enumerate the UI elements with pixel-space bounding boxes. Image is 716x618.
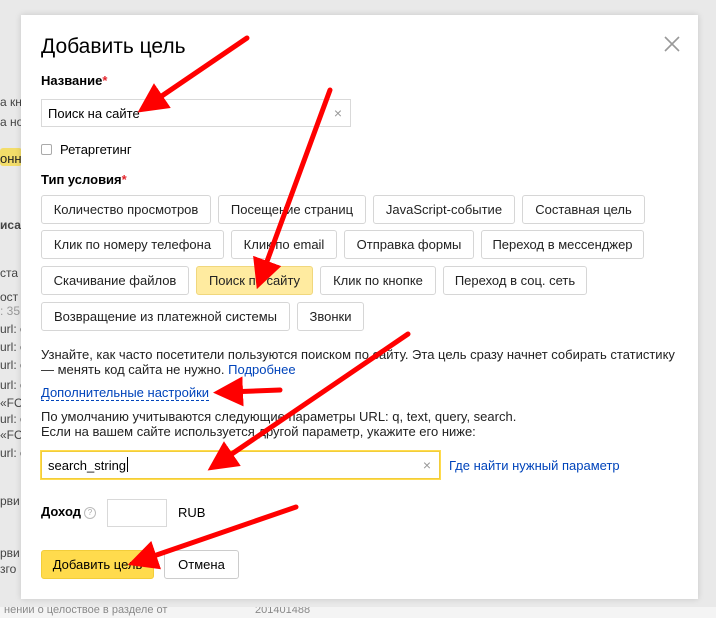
- retargeting-label: Ретаргетинг: [60, 142, 132, 157]
- chip-payment-return[interactable]: Возвращение из платежной системы: [41, 302, 290, 331]
- chip-composite-goal[interactable]: Составная цель: [522, 195, 645, 224]
- required-mark: *: [102, 73, 108, 88]
- clear-icon[interactable]: ×: [423, 452, 431, 479]
- description-text: Узнайте, как часто посетители пользуются…: [41, 347, 675, 377]
- goal-name-input[interactable]: Поиск на сайте ×: [41, 99, 351, 127]
- close-icon[interactable]: [663, 35, 681, 53]
- chip-page-views[interactable]: Количество просмотров: [41, 195, 211, 224]
- goal-name-value: Поиск на сайте: [48, 106, 140, 121]
- chip-javascript-event[interactable]: JavaScript-событие: [373, 195, 515, 224]
- bg-fragment: а кн: [0, 95, 22, 109]
- required-mark: *: [121, 172, 127, 187]
- params-info-line2: Если на вашем сайте используется другой …: [41, 424, 476, 439]
- bg-fragment: : 35: [0, 304, 21, 318]
- params-info-line1: По умолчанию учитываются следующие парам…: [41, 409, 517, 424]
- chip-messenger[interactable]: Переход в мессенджер: [481, 230, 644, 259]
- bg-bottom-row: нении о целоствое в разделе от 201401488: [0, 607, 716, 618]
- chip-social-network[interactable]: Переход в соц. сеть: [443, 266, 587, 295]
- chip-phone-click[interactable]: Клик по номеру телефона: [41, 230, 224, 259]
- chip-button-click[interactable]: Клик по кнопке: [320, 266, 436, 295]
- bg-bottom-number: 201401488: [255, 607, 311, 616]
- help-icon[interactable]: ?: [83, 507, 96, 519]
- bg-fragment: ост: [0, 290, 19, 304]
- bg-fragment: зго: [0, 562, 17, 576]
- chip-site-search[interactable]: Поиск по сайту: [196, 266, 313, 295]
- more-info-link[interactable]: Подробнее: [228, 362, 295, 377]
- bg-fragment: «FO: [0, 396, 24, 410]
- condition-label-text: Тип условия: [41, 172, 122, 187]
- where-to-find-param-link[interactable]: Где найти нужный параметр: [449, 458, 620, 473]
- name-label: Название*: [41, 73, 107, 88]
- currency-label: RUB: [178, 505, 206, 520]
- name-label-text: Название: [41, 73, 103, 88]
- condition-type-label: Тип условия*: [41, 172, 127, 187]
- bg-fragment: а но: [0, 115, 24, 129]
- bg-bottom-text: нении о целоствое в разделе от: [4, 607, 168, 616]
- income-input[interactable]: [107, 499, 167, 527]
- goal-description: Узнайте, как часто посетители пользуются…: [41, 347, 681, 377]
- add-goal-dialog: Добавить цель Название* Поиск на сайте ×…: [21, 15, 698, 599]
- bg-fragment: ста: [0, 266, 19, 280]
- bg-fragment: «FO: [0, 428, 24, 442]
- chip-file-download[interactable]: Скачивание файлов: [41, 266, 189, 295]
- chip-email-click[interactable]: Клик по email: [231, 230, 337, 259]
- clear-icon[interactable]: ×: [334, 100, 342, 127]
- chip-page-visits[interactable]: Посещение страниц: [218, 195, 366, 224]
- advanced-settings-link[interactable]: Дополнительные настройки: [41, 386, 210, 401]
- search-param-input[interactable]: search_string ×: [41, 451, 440, 479]
- cancel-button[interactable]: Отмена: [164, 550, 239, 579]
- retargeting-checkbox[interactable]: [41, 144, 52, 155]
- add-goal-button[interactable]: Добавить цель: [41, 550, 154, 579]
- bg-fragment: иса: [0, 218, 21, 232]
- retargeting-row[interactable]: Ретаргетинг: [41, 142, 132, 157]
- bg-fragment-button: онно: [0, 148, 22, 166]
- chip-form-submit[interactable]: Отправка формы: [344, 230, 474, 259]
- params-info: По умолчанию учитываются следующие парам…: [41, 409, 516, 439]
- text-cursor: [127, 457, 129, 472]
- bg-fragment: рви: [0, 494, 20, 508]
- search-param-value: search_string: [48, 458, 127, 473]
- dialog-title: Добавить цель: [41, 35, 186, 58]
- income-label-text: Доход: [41, 504, 81, 519]
- bg-fragment: рви: [0, 546, 20, 560]
- income-label: Доход?: [41, 504, 96, 519]
- chip-calls[interactable]: Звонки: [297, 302, 364, 331]
